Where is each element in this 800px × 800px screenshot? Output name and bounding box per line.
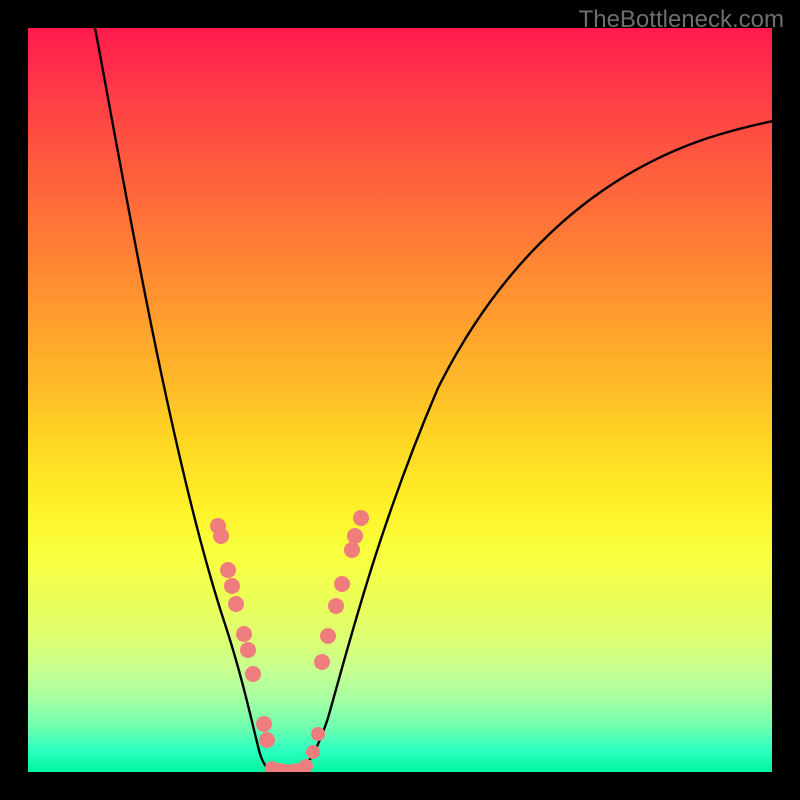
chart-frame: TheBottleneck.com	[0, 0, 800, 800]
data-point	[347, 528, 363, 544]
bottleneck-curve	[95, 28, 772, 772]
data-point	[228, 596, 244, 612]
data-point	[320, 628, 336, 644]
data-point	[328, 598, 344, 614]
data-point	[334, 576, 350, 592]
data-point	[299, 759, 313, 772]
data-point	[353, 510, 369, 526]
data-point	[306, 745, 320, 759]
data-point	[314, 654, 330, 670]
data-point	[344, 542, 360, 558]
plot-area	[28, 28, 772, 772]
scatter-dots	[210, 510, 369, 772]
data-point	[224, 578, 240, 594]
bottleneck-curve-svg	[28, 28, 772, 772]
data-point	[220, 562, 236, 578]
data-point	[256, 716, 272, 732]
data-point	[236, 626, 252, 642]
data-point	[259, 732, 275, 748]
data-point	[240, 642, 256, 658]
data-point	[311, 727, 325, 741]
data-point	[245, 666, 261, 682]
data-point	[213, 528, 229, 544]
